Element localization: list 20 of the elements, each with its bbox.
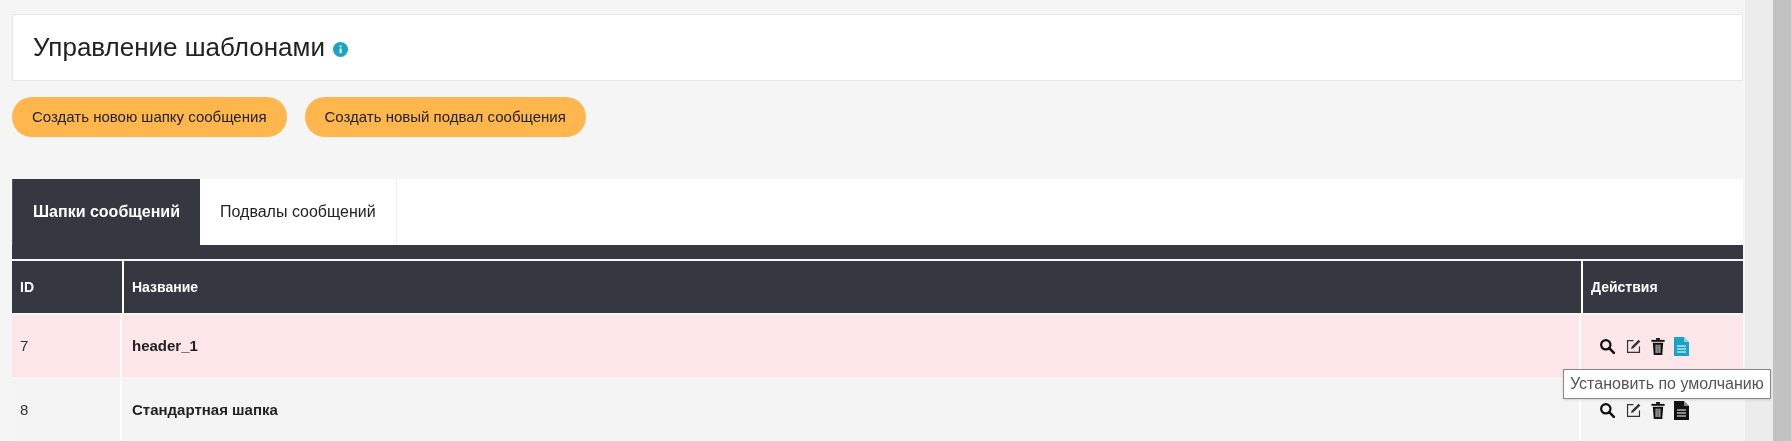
create-button[interactable]: Создать новый подвал сообщения	[304, 97, 586, 137]
search-icon[interactable]	[1599, 337, 1616, 355]
create-button[interactable]: Создать новою шапку сообщения	[12, 97, 287, 137]
table-cell-text: Стандартная шапка	[132, 399, 278, 420]
table-cell-text: 7	[20, 335, 29, 356]
column-header: Название	[124, 261, 1581, 313]
table-cell-text: header_1	[132, 335, 198, 356]
column-header: Действия	[1583, 261, 1743, 313]
document-icon[interactable]	[1674, 400, 1689, 420]
edit-icon[interactable]	[1625, 337, 1642, 355]
tooltip: Установить по умолчанию	[1563, 369, 1771, 399]
page-title: Управление шаблонами	[33, 31, 325, 64]
tab[interactable]: Шапки сообщений	[13, 179, 200, 245]
table-cell-text: 8	[20, 399, 29, 420]
info-icon[interactable]	[332, 42, 348, 57]
column-header: ID	[12, 261, 122, 313]
search-icon[interactable]	[1599, 401, 1616, 419]
edit-icon[interactable]	[1625, 401, 1642, 419]
trash-icon[interactable]	[1651, 337, 1665, 355]
trash-icon[interactable]	[1651, 401, 1665, 419]
